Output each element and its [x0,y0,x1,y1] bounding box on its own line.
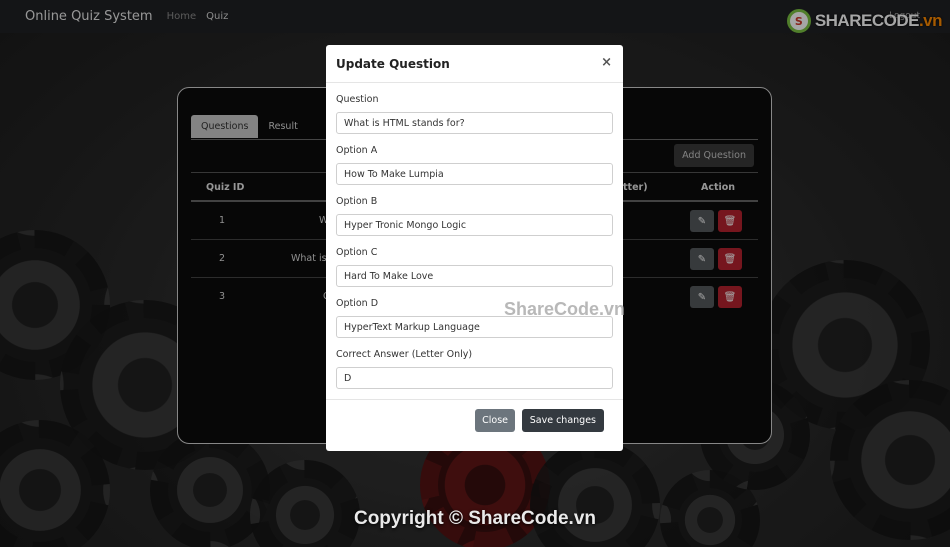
watermark-text: ShareCode.vn [504,299,626,319]
correct-answer-input[interactable] [336,367,613,389]
label-option-d: Option D [336,298,379,309]
modal-header: Update Question [326,45,623,83]
option-a-input[interactable] [336,163,613,185]
label-correct-answer: Correct Answer (Letter Only) [336,349,473,360]
modal-footer [326,399,623,400]
update-question-modal: Update Question × Question Option A Opti… [326,45,623,451]
copyright-text: Copyright © ShareCode.vn [353,508,597,529]
label-option-b: Option B [336,196,378,207]
option-b-input[interactable] [336,214,613,236]
question-input[interactable] [336,112,613,134]
modal-title: Update Question [336,56,450,71]
label-question: Question [336,94,379,105]
label-option-a: Option A [336,145,378,156]
close-icon[interactable]: × [601,55,612,70]
option-c-input[interactable] [336,265,613,287]
save-changes-button[interactable]: Save changes [521,409,604,432]
label-option-c: Option C [336,247,378,258]
close-button[interactable]: Close [475,409,515,432]
